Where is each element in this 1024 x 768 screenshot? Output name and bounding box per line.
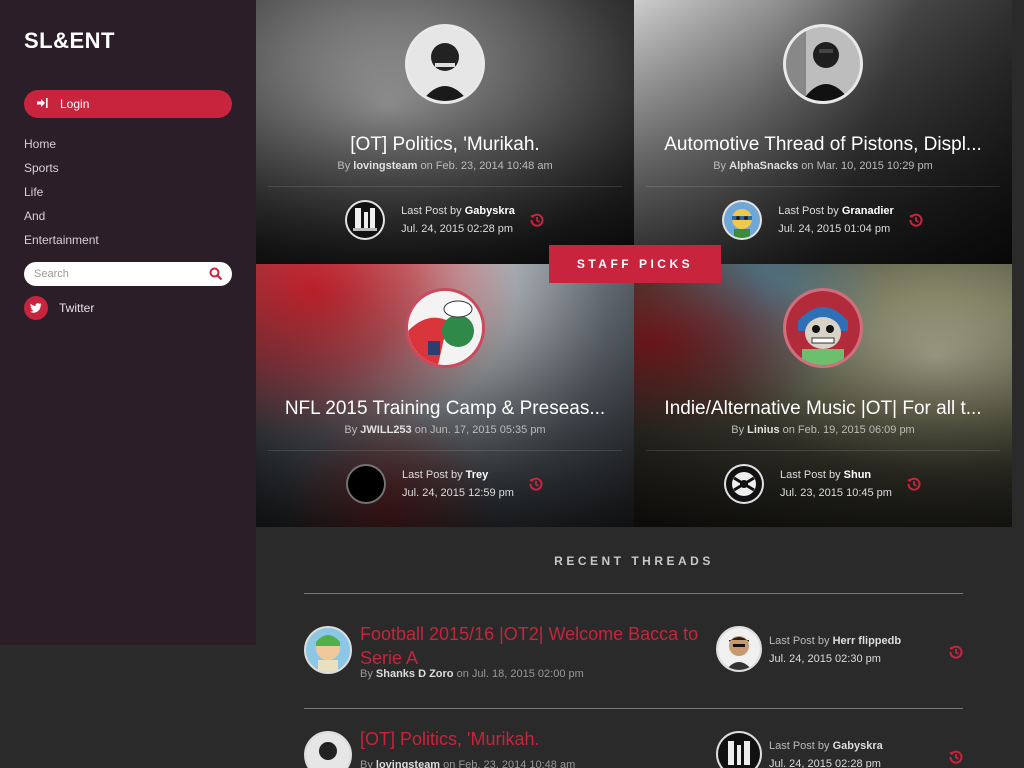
sidebar: SL&ENT Login Home Sports Life And Entert… (0, 0, 256, 645)
author-avatar[interactable] (783, 24, 863, 104)
author-name[interactable]: AlphaSnacks (729, 160, 798, 172)
thread-meta: By lovingsteam on Feb. 23, 2014 10:48 am (360, 759, 575, 768)
thread-meta: By Shanks D Zoro on Jul. 18, 2015 02:00 … (360, 668, 584, 680)
history-icon[interactable] (529, 212, 545, 228)
last-poster-avatar[interactable] (346, 464, 387, 504)
last-post-info: Last Post by Gabyskra Jul. 24, 2015 02:2… (769, 737, 883, 768)
recent-threads-section: RECENT THREADS Football 2015/16 |OT2| We… (256, 527, 1012, 768)
nav-sports[interactable]: Sports (24, 156, 232, 180)
divider (304, 593, 963, 594)
last-poster-avatar[interactable] (722, 200, 763, 240)
last-poster-name[interactable]: Trey (466, 469, 489, 481)
last-post: Last Post by Granadier Jul. 24, 2015 01:… (722, 200, 924, 240)
history-icon[interactable] (906, 476, 922, 492)
twitter-icon (24, 296, 48, 320)
thread-title[interactable]: NFL 2015 Training Camp & Preseas... (285, 398, 605, 420)
last-post-info: Last Post by Gabyskra Jul. 24, 2015 02:2… (401, 202, 515, 238)
thread-title[interactable]: Indie/Alternative Music |OT| For all t..… (664, 398, 981, 420)
nav-home[interactable]: Home (24, 132, 232, 156)
divider (646, 186, 1000, 187)
nav-life[interactable]: Life (24, 180, 232, 204)
thread-title[interactable]: [OT] Politics, 'Murikah. (350, 134, 539, 156)
nav-entertainment[interactable]: Entertainment (24, 228, 232, 252)
last-post-date: Jul. 24, 2015 01:04 pm (778, 223, 891, 235)
divider (646, 450, 1000, 451)
thread-meta: By JWILL253 on Jun. 17, 2015 05:35 pm (344, 424, 546, 436)
staff-pick-tile[interactable]: [OT] Politics, 'Murikah. By lovingsteam … (256, 0, 634, 264)
author-name[interactable]: Linius (747, 424, 779, 436)
author-name[interactable]: JWILL253 (360, 424, 411, 436)
last-post-info: Last Post by Granadier Jul. 24, 2015 01:… (778, 202, 894, 238)
search-box (24, 262, 232, 286)
divider (268, 450, 622, 451)
last-poster-name[interactable]: Granadier (842, 205, 894, 217)
divider (268, 186, 622, 187)
twitter-link[interactable]: Twitter (24, 296, 232, 320)
last-post-date: Jul. 23, 2015 10:45 pm (780, 487, 892, 499)
last-post-info: Last Post by Shun Jul. 23, 2015 10:45 pm (780, 466, 892, 502)
last-post-info: Last Post by Herr flippedb Jul. 24, 2015… (769, 632, 901, 668)
divider (304, 708, 963, 709)
history-icon[interactable] (948, 749, 964, 765)
author-name[interactable]: lovingsteam (376, 759, 440, 768)
last-poster-name[interactable]: Gabyskra (833, 740, 883, 752)
last-post-date: Jul. 24, 2015 12:59 pm (402, 487, 514, 499)
thread-row: Football 2015/16 |OT2| Welcome Bacca to … (304, 624, 964, 696)
last-post-info: Last Post by Trey Jul. 24, 2015 12:59 pm (402, 466, 514, 502)
author-avatar[interactable] (405, 288, 485, 368)
last-poster-name[interactable]: Herr flippedb (833, 635, 901, 647)
section-title: RECENT THREADS (554, 554, 714, 568)
history-icon[interactable] (528, 476, 544, 492)
login-button[interactable]: Login (24, 90, 232, 118)
last-post: Last Post by Gabyskra Jul. 24, 2015 02:2… (345, 200, 545, 240)
thread-meta: By Linius on Feb. 19, 2015 06:09 pm (731, 424, 915, 436)
last-post: Last Post by Trey Jul. 24, 2015 12:59 pm (346, 464, 544, 504)
author-avatar[interactable] (405, 24, 485, 104)
last-post-date: Jul. 24, 2015 02:28 pm (401, 223, 514, 235)
search-input[interactable] (24, 262, 194, 286)
last-poster-avatar[interactable] (345, 200, 386, 240)
thread-title[interactable]: Football 2015/16 |OT2| Welcome Bacca to … (360, 622, 710, 670)
author-avatar[interactable] (783, 288, 863, 368)
staff-pick-tile[interactable]: Indie/Alternative Music |OT| For all t..… (634, 264, 1012, 528)
author-name[interactable]: Shanks D Zoro (376, 668, 454, 680)
twitter-label: Twitter (59, 301, 95, 315)
last-post: Last Post by Shun Jul. 23, 2015 10:45 pm (724, 464, 922, 504)
thread-meta: By lovingsteam on Feb. 23, 2014 10:48 am (337, 160, 553, 172)
last-post-date: Jul. 24, 2015 02:28 pm (769, 758, 881, 768)
thread-meta: By AlphaSnacks on Mar. 10, 2015 10:29 pm (713, 160, 933, 172)
nav-and[interactable]: And (24, 204, 232, 228)
history-icon[interactable] (908, 212, 924, 228)
thread-title[interactable]: Automotive Thread of Pistons, Displ... (664, 134, 982, 156)
site-logo[interactable]: SL&ENT (24, 28, 232, 54)
last-poster-name[interactable]: Shun (844, 469, 872, 481)
last-poster-avatar[interactable] (716, 626, 762, 672)
author-avatar[interactable] (304, 626, 352, 674)
login-label: Login (60, 97, 90, 111)
history-icon[interactable] (948, 644, 964, 660)
staff-pick-tile[interactable]: Automotive Thread of Pistons, Displ... B… (634, 0, 1012, 264)
author-name[interactable]: lovingsteam (353, 160, 417, 172)
staff-pick-tile[interactable]: NFL 2015 Training Camp & Preseas... By J… (256, 264, 634, 528)
last-poster-avatar[interactable] (716, 731, 762, 768)
thread-row: [OT] Politics, 'Murikah. By lovingsteam … (304, 729, 964, 768)
last-poster-name[interactable]: Gabyskra (465, 205, 515, 217)
staff-picks-banner: STAFF PICKS (549, 245, 721, 283)
author-avatar[interactable] (304, 731, 352, 768)
thread-title[interactable]: [OT] Politics, 'Murikah. (360, 727, 710, 751)
last-post-date: Jul. 24, 2015 02:30 pm (769, 653, 881, 665)
sign-in-icon (36, 97, 50, 112)
search-icon[interactable] (209, 267, 223, 281)
last-poster-avatar[interactable] (724, 464, 765, 504)
